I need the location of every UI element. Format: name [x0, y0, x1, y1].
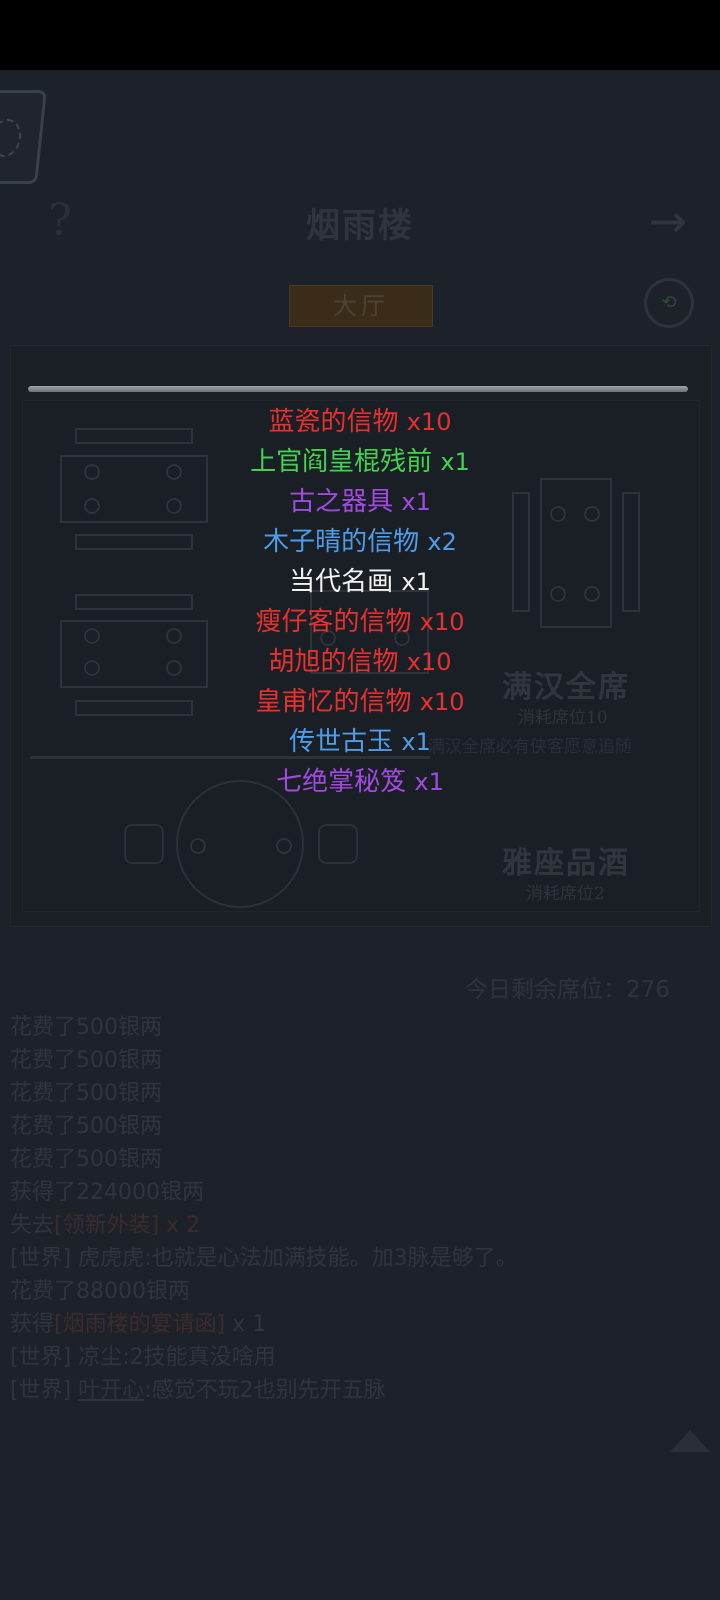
- chat-speaker[interactable]: 凉尘: [78, 1345, 122, 1370]
- chat-message: :2技能真没啥用: [122, 1345, 276, 1370]
- chat-line: [世界] 叶开心:感觉不玩2也别先开五脉: [10, 1376, 710, 1406]
- status-bar: [0, 0, 720, 70]
- chat-speaker[interactable]: 虎虎虎: [78, 1246, 144, 1271]
- reward-qty: x1: [414, 768, 444, 796]
- reward-qty: x1: [401, 728, 431, 756]
- reward-item: 蓝瓷的信物 x10: [0, 404, 720, 440]
- reward-name: 当代名画: [289, 567, 394, 597]
- chat-line: 获得了224000银两: [10, 1180, 204, 1205]
- exit-arrow-icon[interactable]: →: [638, 196, 698, 246]
- chat-line: 花费了500银两: [10, 1048, 162, 1073]
- chat-line: 花费了500银两: [10, 1081, 162, 1106]
- chat-suffix: x 2: [159, 1213, 201, 1238]
- reward-item: 瘦仔客的信物 x10: [0, 604, 720, 640]
- chat-item-link[interactable]: [烟雨楼的宴请函]: [54, 1312, 225, 1337]
- stool: [276, 838, 292, 854]
- chat-speaker[interactable]: 叶开心: [78, 1378, 144, 1403]
- chat-line: 获得[烟雨楼的宴请函] x 1: [10, 1310, 710, 1340]
- chat-line: 花费了500银两: [10, 1015, 162, 1040]
- scroll-banner-rod: [28, 386, 688, 392]
- reward-name: 瘦仔客的信物: [255, 607, 412, 637]
- reward-qty: x10: [406, 648, 452, 676]
- avatar-frame-icon: [0, 119, 23, 157]
- side-stool: [318, 824, 358, 864]
- reward-name: 胡旭的信物: [268, 647, 399, 677]
- chat-line: 花费了500银两: [10, 1114, 162, 1139]
- chat-line: [世界] 凉尘:2技能真没啥用: [10, 1343, 710, 1373]
- chat-channel: [世界]: [10, 1246, 72, 1271]
- reward-name: 蓝瓷的信物: [268, 407, 399, 437]
- chat-line: [世界] 虎虎虎:也就是心法加满技能。加3脉是够了。: [10, 1244, 710, 1274]
- reward-name: 七绝掌秘笈: [276, 767, 407, 797]
- chat-message: :感觉不玩2也别先开五脉: [144, 1378, 386, 1403]
- reward-item: 古之器具 x1: [0, 484, 720, 520]
- reward-qty: x1: [440, 448, 470, 476]
- reward-item: 胡旭的信物 x10: [0, 644, 720, 680]
- reward-item: 七绝掌秘笈 x1: [0, 764, 720, 800]
- reward-item: 当代名画 x1: [0, 564, 720, 600]
- table2-title[interactable]: 雅座品酒: [502, 838, 630, 882]
- chat-suffix: x 1: [225, 1312, 267, 1337]
- tab-hall[interactable]: 大厅: [289, 285, 433, 327]
- chat-line: 失去[领新外装] x 2: [10, 1211, 710, 1241]
- chat-line: 花费了88000银两: [10, 1279, 190, 1304]
- stool: [190, 838, 206, 854]
- chat-line: 花费了500银两: [10, 1147, 162, 1172]
- reward-item: 木子晴的信物 x2: [0, 524, 720, 560]
- table2-cost: 消耗席位2: [526, 884, 605, 904]
- chat-prefix: 获得: [10, 1312, 55, 1337]
- chat-channel: [世界]: [10, 1378, 72, 1403]
- reward-qty: x1: [401, 488, 431, 516]
- scroll-up-icon[interactable]: [670, 1430, 710, 1452]
- chat-message: :也就是心法加满技能。加3脉是够了。: [144, 1246, 518, 1271]
- remaining-seats: 今日剩余席位：276: [465, 977, 670, 1003]
- reward-name: 传世古玉: [289, 727, 394, 757]
- reward-qty: x10: [419, 608, 465, 636]
- chat-prefix: 失去: [10, 1213, 55, 1238]
- reward-name: 木子晴的信物: [263, 527, 420, 557]
- side-stool: [124, 824, 164, 864]
- page-title: 烟雨楼: [306, 206, 414, 246]
- reward-item: 皇甫忆的信物 x10: [0, 684, 720, 720]
- reward-qty: x10: [406, 408, 452, 436]
- reward-name: 皇甫忆的信物: [255, 687, 412, 717]
- reward-qty: x10: [419, 688, 465, 716]
- reward-item: 传世古玉 x1: [0, 724, 720, 760]
- reward-item: 上官阎皇棍残前 x1: [0, 444, 720, 480]
- chat-item-link[interactable]: [领新外装]: [54, 1213, 159, 1238]
- reward-name: 上官阎皇棍残前: [250, 447, 433, 477]
- reward-qty: x2: [427, 528, 457, 556]
- reward-qty: x1: [401, 568, 431, 596]
- swap-icon[interactable]: ⟲: [644, 278, 694, 328]
- chat-channel: [世界]: [10, 1345, 72, 1370]
- reward-name: 古之器具: [289, 487, 394, 517]
